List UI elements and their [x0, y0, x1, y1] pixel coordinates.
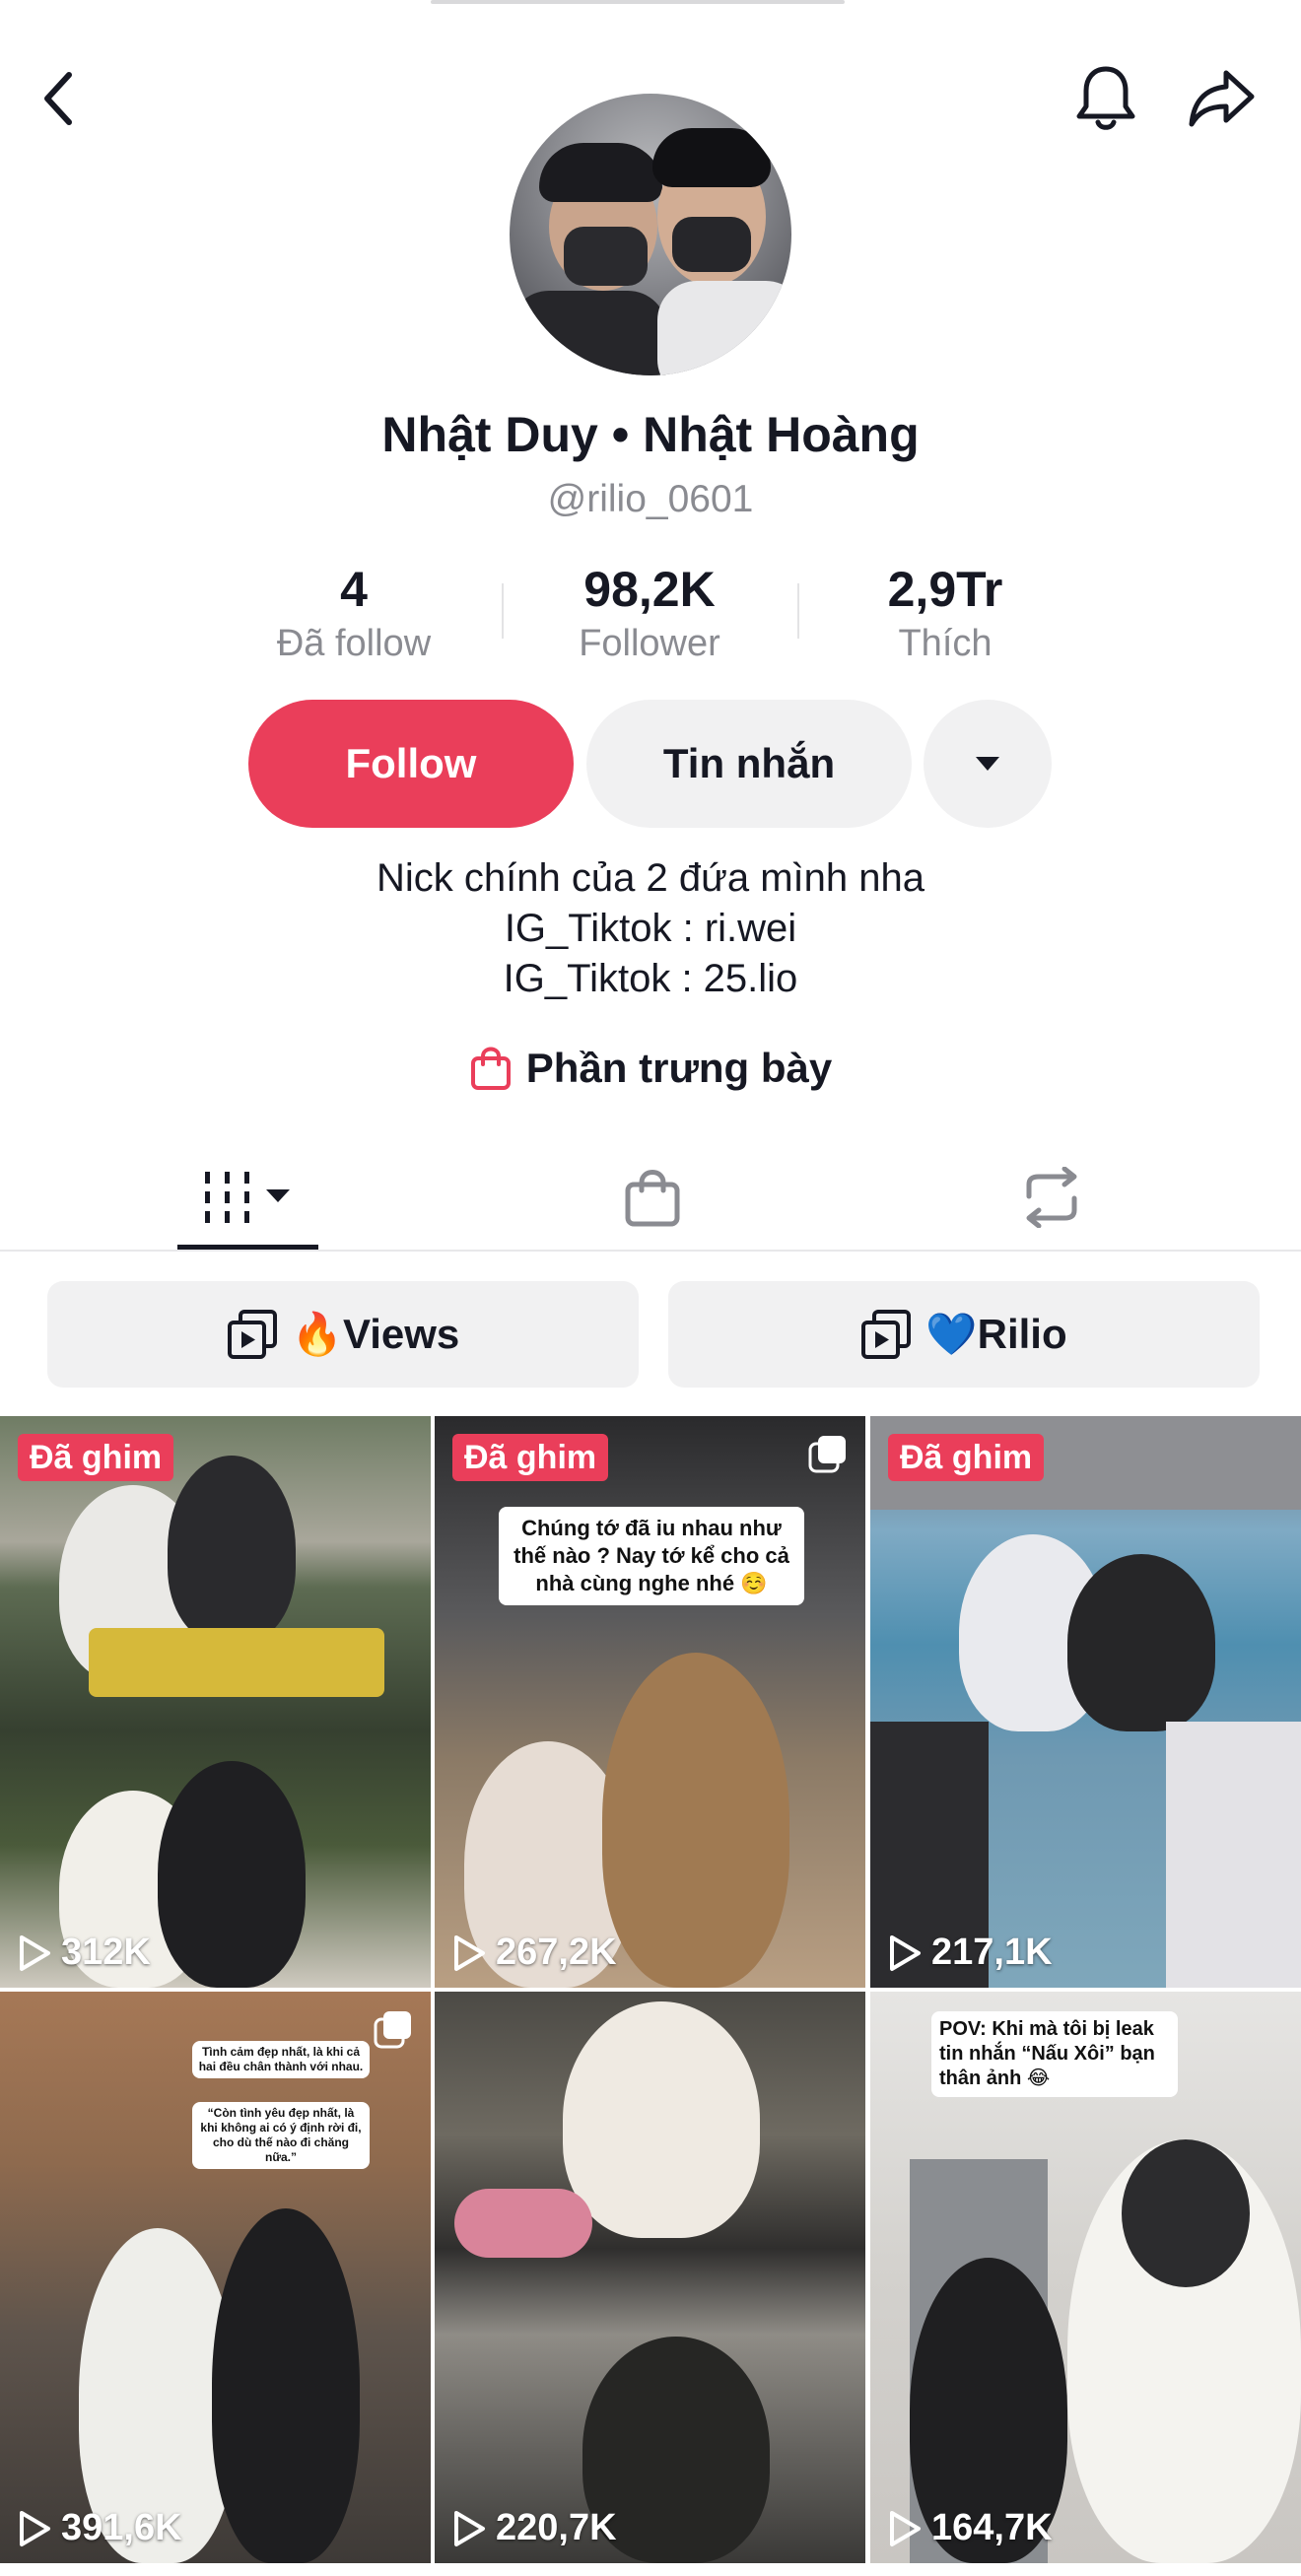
notification-bell-button[interactable]: [1066, 59, 1145, 138]
username: @rilio_0601: [547, 478, 754, 520]
tab-videos[interactable]: [177, 1148, 318, 1247]
thumbnail-sled: [89, 1628, 384, 1697]
chevron-left-icon: [44, 72, 72, 125]
thumbnail-figure: [212, 2208, 360, 2563]
view-count-value: 164,7K: [931, 2507, 1053, 2548]
bio-line: IG_Tiktok : ri.wei: [504, 907, 797, 950]
suggested-accounts-button[interactable]: [924, 700, 1052, 828]
shopping-bag-icon: [470, 1047, 511, 1090]
showcase-link[interactable]: Phần trưng bày: [0, 1045, 1301, 1092]
repost-icon: [1026, 1167, 1076, 1228]
playlist-icon: [861, 1310, 912, 1359]
view-count-value: 391,6K: [61, 2507, 182, 2548]
display-name: Nhật Duy • Nhật Hoàng: [381, 407, 920, 462]
view-count: 164,7K: [888, 2507, 1053, 2549]
view-count: 312K: [18, 1932, 151, 1974]
video-caption: Tình cảm đẹp nhất, là khi cả hai đều châ…: [192, 2041, 370, 2078]
bell-icon: [1076, 66, 1135, 130]
pinned-badge: Đã ghim: [452, 1434, 609, 1481]
sheet-grabber: [431, 0, 845, 4]
video-thumbnail[interactable]: Đã ghim 312K: [0, 1416, 431, 1988]
play-icon: [20, 2510, 50, 2546]
playlist-rilio[interactable]: 💙Rilio: [668, 1281, 1260, 1388]
play-icon: [20, 1934, 50, 1971]
thumbnail-figure: [602, 1653, 789, 1988]
play-icon: [454, 2510, 485, 2546]
video-thumbnail[interactable]: Tình cảm đẹp nhất, là khi cả hai đều châ…: [0, 1992, 431, 2563]
back-button[interactable]: [20, 59, 99, 138]
stat-following-label: Đã follow: [276, 623, 432, 664]
profile-avatar[interactable]: [510, 94, 791, 375]
thumbnail-flowers: [454, 2189, 592, 2258]
video-caption: “Còn tình yêu đẹp nhất, là khi không ai …: [192, 2102, 370, 2169]
play-icon: [890, 2510, 921, 2546]
video-thumbnail[interactable]: POV: Khi mà tôi bị leak tin nhắn “Nấu Xô…: [870, 1992, 1301, 2563]
stat-likes-label: Thích: [898, 623, 993, 664]
share-arrow-icon: [1189, 70, 1255, 127]
thumbnail-figure: [1166, 1722, 1301, 1988]
view-count-value: 267,2K: [496, 1932, 617, 1973]
stat-following-count: 4: [340, 562, 368, 617]
thumbnail-figure: [158, 1761, 306, 1988]
shopping-bag-icon: [625, 1170, 679, 1227]
stat-followers-label: Follower: [579, 623, 720, 664]
grid-videos-icon: [204, 1172, 290, 1223]
playlist-label: 💙Rilio: [925, 1310, 1067, 1357]
message-button[interactable]: Tin nhắn: [586, 700, 912, 828]
thumbnail-figure: [1122, 2139, 1250, 2287]
pinned-badge: Đã ghim: [888, 1434, 1045, 1481]
thumbnail-figure: [168, 1456, 296, 1643]
playlist-icon: [227, 1310, 277, 1359]
stat-followers-count: 98,2K: [583, 562, 716, 617]
divider: [0, 1250, 1301, 1252]
play-icon: [890, 1934, 921, 1971]
video-thumbnail[interactable]: 220,7K: [435, 1992, 865, 2563]
tab-shop[interactable]: [582, 1148, 722, 1247]
stat-likes-count: 2,9Tr: [887, 562, 1003, 617]
view-count-value: 217,1K: [931, 1932, 1053, 1973]
stat-likes[interactable]: 2,9Tr Thích: [797, 560, 1093, 668]
view-count-value: 220,7K: [496, 2507, 617, 2548]
thumbnail-figure: [1067, 1554, 1215, 1731]
video-thumbnail[interactable]: Đã ghim 217,1K: [870, 1416, 1301, 1988]
video-thumbnail[interactable]: Chúng tớ đã iu nhau như thế nào ? Nay tớ…: [435, 1416, 865, 1988]
pinned-badge: Đã ghim: [18, 1434, 174, 1481]
play-icon: [454, 1934, 485, 1971]
follow-button[interactable]: Follow: [248, 700, 574, 828]
tab-reposts[interactable]: [981, 1148, 1122, 1247]
bio-line: Nick chính của 2 đứa mình nha: [377, 856, 924, 900]
thumbnail-figure: [563, 2001, 760, 2238]
photo-carousel-icon: [374, 2011, 411, 2049]
showcase-label: Phần trưng bày: [525, 1045, 833, 1091]
photo-carousel-icon: [808, 1436, 846, 1473]
video-caption: POV: Khi mà tôi bị leak tin nhắn “Nấu Xô…: [931, 2011, 1178, 2097]
share-button[interactable]: [1183, 59, 1262, 138]
playlist-label: 🔥Views: [291, 1310, 460, 1357]
view-count: 267,2K: [452, 1932, 617, 1974]
video-caption: Chúng tớ đã iu nhau như thế nào ? Nay tớ…: [499, 1507, 804, 1605]
stat-followers[interactable]: 98,2K Follower: [502, 560, 797, 668]
view-count: 217,1K: [888, 1932, 1053, 1974]
view-count: 220,7K: [452, 2507, 617, 2549]
bio-line: IG_Tiktok : 25.lio: [503, 957, 798, 1000]
caret-down-icon: [976, 757, 999, 771]
stat-following[interactable]: 4 Đã follow: [206, 560, 502, 668]
view-count-value: 312K: [61, 1932, 151, 1973]
view-count: 391,6K: [18, 2507, 182, 2549]
playlist-views[interactable]: 🔥Views: [47, 1281, 639, 1388]
profile-bio: Nick chính của 2 đứa mình nha IG_Tiktok …: [0, 853, 1301, 1004]
